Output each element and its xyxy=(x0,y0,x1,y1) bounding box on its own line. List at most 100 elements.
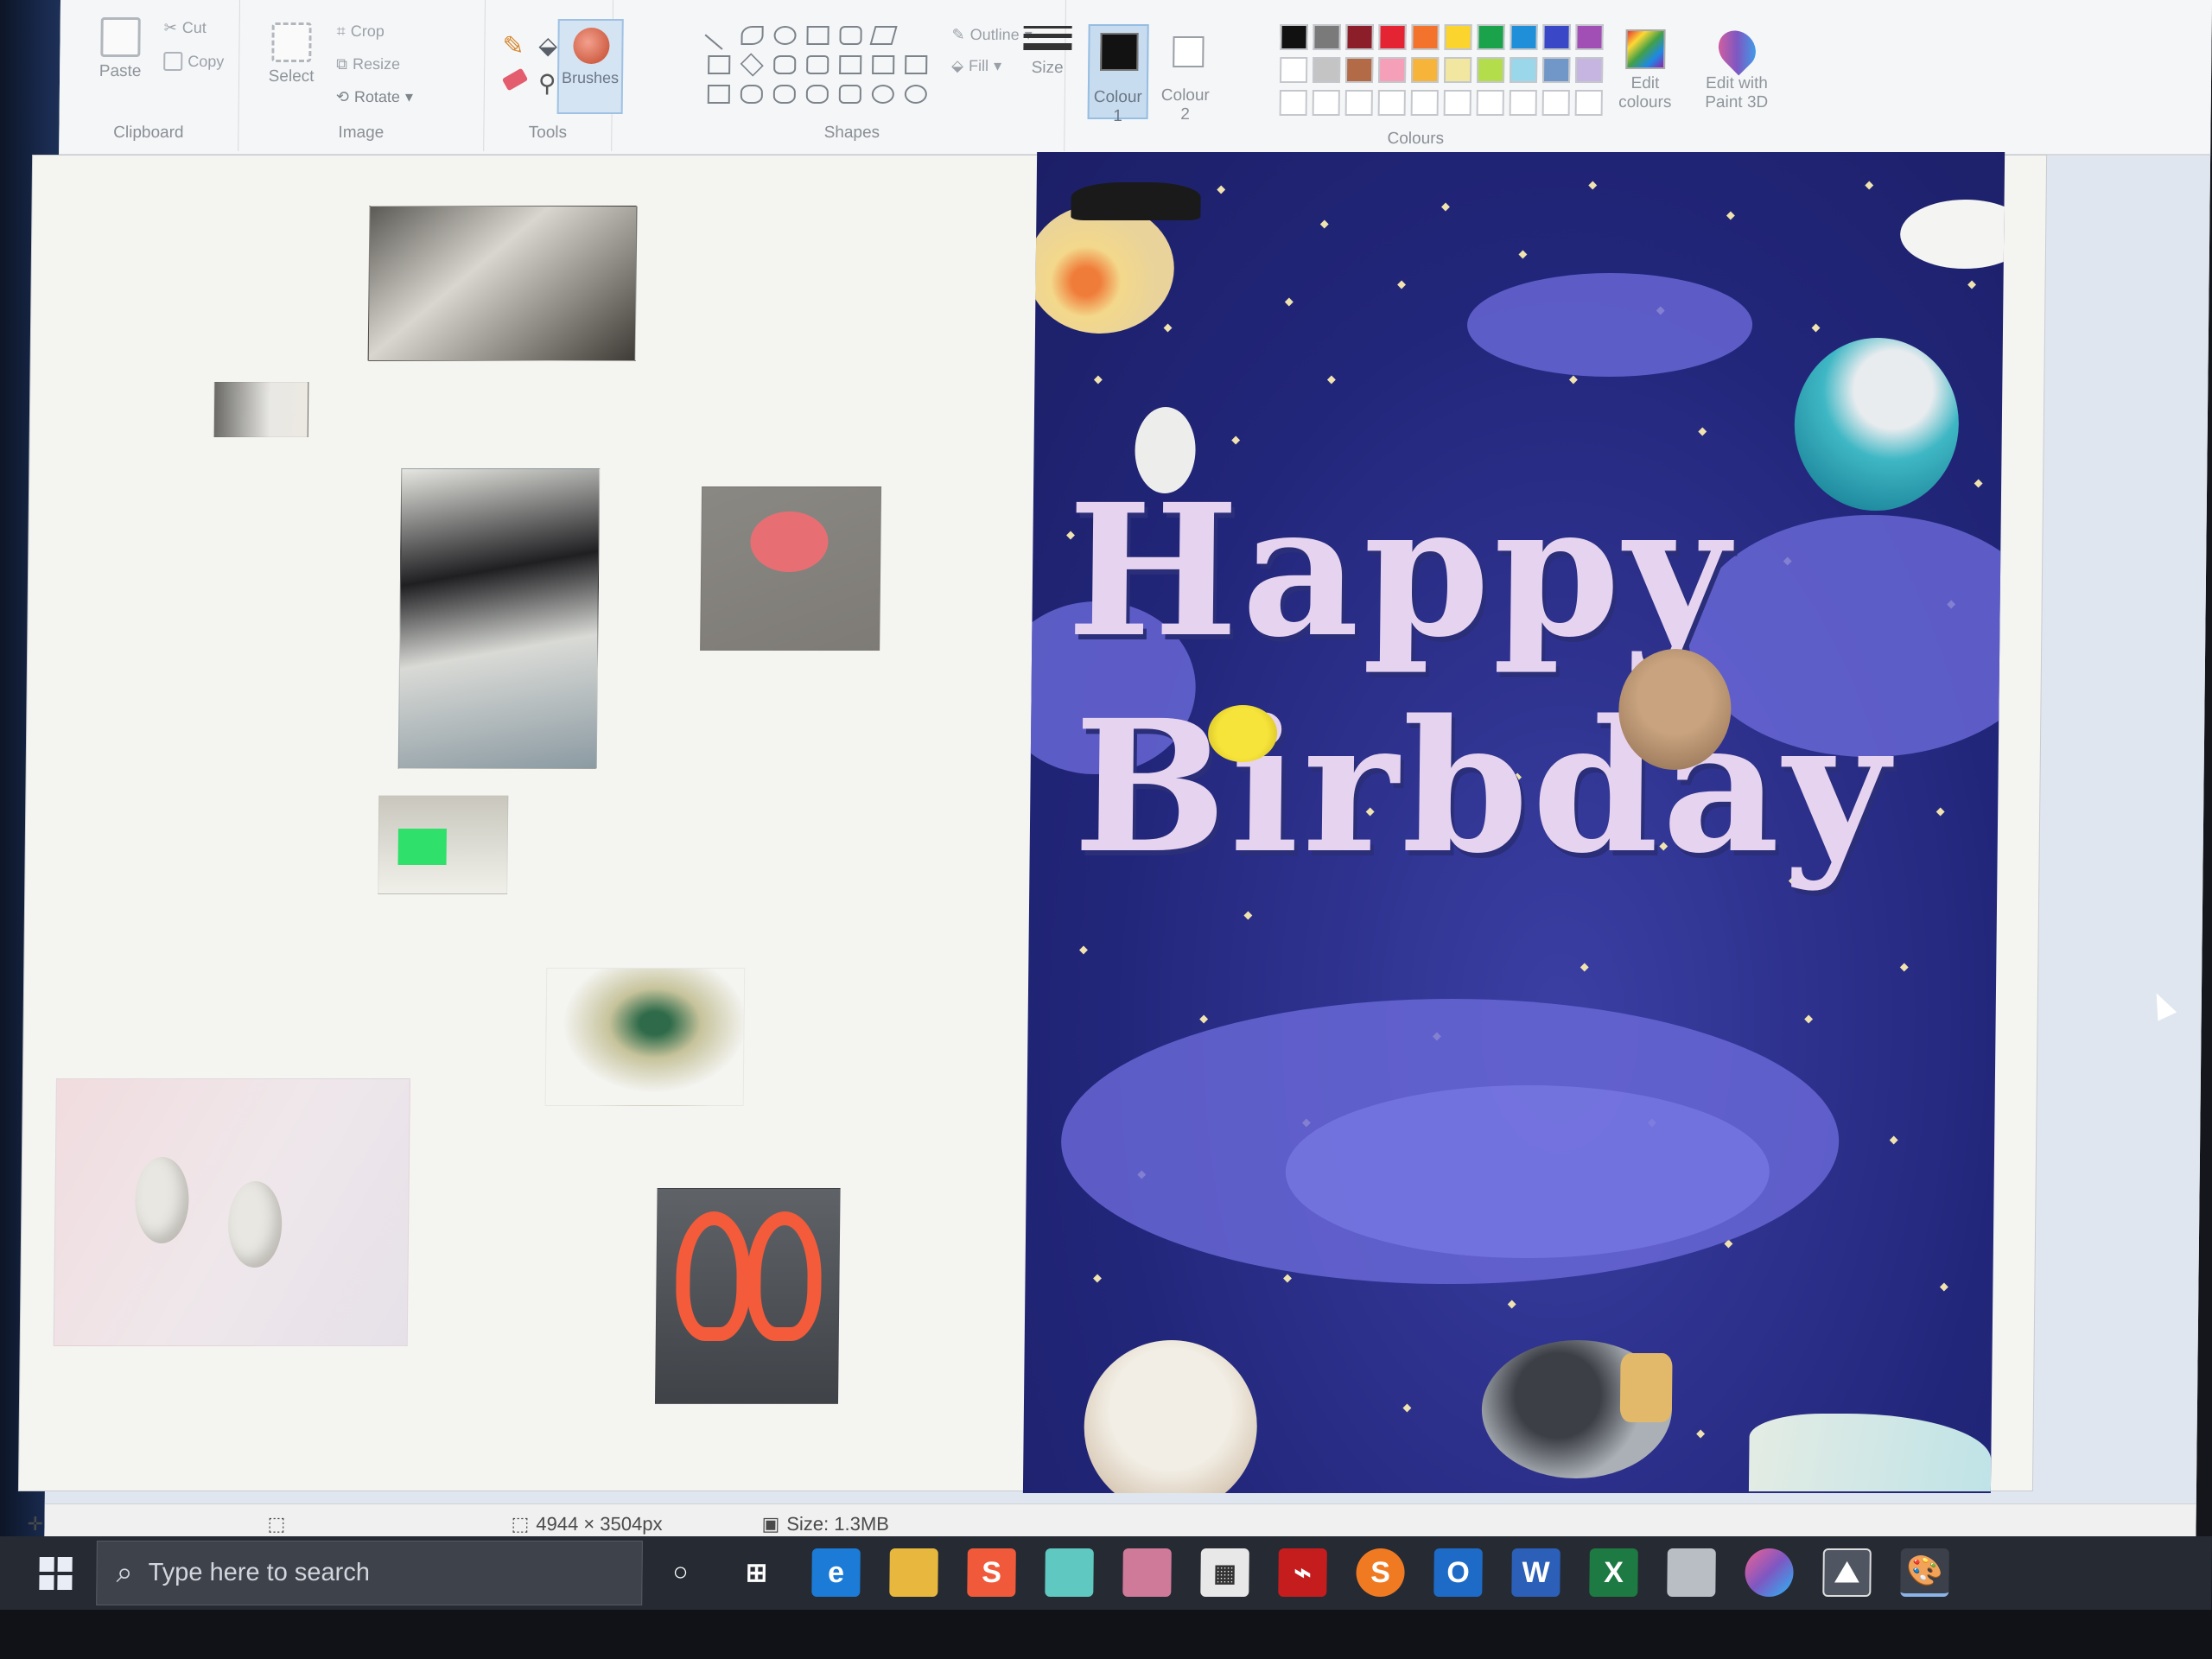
palette-swatch[interactable] xyxy=(1377,57,1407,83)
paint-taskbar-icon[interactable]: 🎨 xyxy=(1900,1548,1949,1597)
resize-button[interactable]: ⧉ Resize xyxy=(336,55,400,73)
birthday-card[interactable]: Happy Birbday xyxy=(1022,152,2005,1493)
down-arrow-icon[interactable] xyxy=(707,85,730,104)
six-point-star-icon[interactable] xyxy=(805,85,829,104)
calculator-icon[interactable]: ▦ xyxy=(1200,1548,1249,1597)
palette-swatch[interactable] xyxy=(1443,90,1471,116)
flamingo-heart-photo[interactable] xyxy=(654,1188,841,1404)
palette-swatch[interactable] xyxy=(1313,24,1341,50)
size-button[interactable]: Size xyxy=(1017,26,1078,78)
palette-swatch[interactable] xyxy=(1476,90,1504,116)
line-shape-icon[interactable] xyxy=(704,21,734,50)
up-arrow-icon[interactable] xyxy=(905,55,928,74)
palette-swatch[interactable] xyxy=(1443,57,1472,83)
palette-swatch[interactable] xyxy=(1279,57,1308,83)
file-explorer-icon[interactable] xyxy=(889,1548,938,1597)
oval-shape-icon[interactable] xyxy=(773,26,797,45)
five-point-star-icon[interactable] xyxy=(772,85,796,104)
acrobat-icon[interactable]: ⌁ xyxy=(1278,1548,1327,1597)
select-button[interactable]: Select xyxy=(257,22,327,86)
hummingbird-cutout[interactable] xyxy=(544,968,746,1106)
polygon-shape-icon[interactable] xyxy=(869,26,898,45)
colour-1-selector[interactable]: Colour 1 xyxy=(1087,24,1149,125)
paint-brush-app-icon[interactable] xyxy=(1122,1548,1172,1597)
rounded-callout-icon[interactable] xyxy=(838,85,861,104)
taskbar-search[interactable]: ⌕ Type here to search xyxy=(96,1541,643,1605)
palette-swatch[interactable] xyxy=(1541,90,1570,116)
eraser-icon[interactable] xyxy=(501,67,529,92)
drawing-canvas[interactable]: Happy Birbday xyxy=(18,152,2047,1493)
palette-swatch[interactable] xyxy=(1444,24,1472,50)
cloud-callout-icon[interactable] xyxy=(904,85,927,104)
colour-picker-icon[interactable]: ⚲ xyxy=(538,69,556,98)
palette-swatch[interactable] xyxy=(1574,90,1603,116)
photos-icon[interactable]: ⛰ xyxy=(1822,1548,1872,1597)
fill-bucket-icon[interactable]: ⬙ xyxy=(538,31,557,60)
fill-dropdown[interactable]: ⬙ Fill ▾ xyxy=(951,57,1001,75)
palette-swatch[interactable] xyxy=(1345,24,1374,50)
right-arrow-icon[interactable] xyxy=(839,55,862,74)
palette-swatch[interactable] xyxy=(1410,57,1440,83)
cut-button[interactable]: ✂ Cut xyxy=(164,19,207,37)
palette-swatch[interactable] xyxy=(1476,57,1505,83)
palette-swatch[interactable] xyxy=(1477,24,1505,50)
palette-swatch[interactable] xyxy=(1575,24,1604,50)
pentagon-shape-icon[interactable] xyxy=(773,55,797,74)
tablet-app-icon[interactable] xyxy=(1045,1548,1094,1597)
paint3d-taskbar-icon[interactable] xyxy=(1745,1548,1794,1597)
seagull-flying-cutout[interactable] xyxy=(367,206,638,361)
edit-colours-button[interactable]: Edit colours xyxy=(1606,29,1685,112)
brushes-button[interactable]: Brushes xyxy=(556,19,624,114)
palette-swatch[interactable] xyxy=(1541,57,1571,83)
palette-swatch[interactable] xyxy=(1377,90,1406,116)
hexagon-shape-icon[interactable] xyxy=(806,55,830,74)
cortana-icon[interactable]: ○ xyxy=(656,1548,705,1597)
palette-swatch[interactable] xyxy=(1410,90,1439,116)
copy-button[interactable]: Copy xyxy=(163,52,224,71)
outlook-icon[interactable]: O xyxy=(1433,1548,1483,1597)
right-triangle-icon[interactable] xyxy=(708,55,731,74)
shapes-gallery[interactable] xyxy=(704,21,950,112)
word-icon[interactable]: W xyxy=(1511,1548,1560,1597)
stork-cutout[interactable] xyxy=(397,468,601,769)
pencil-icon[interactable]: ✎ xyxy=(502,31,524,61)
palette-swatch[interactable] xyxy=(1542,24,1571,50)
left-arrow-icon[interactable] xyxy=(872,55,895,74)
snagit-editor-icon[interactable]: S xyxy=(1356,1548,1405,1597)
palette-swatch[interactable] xyxy=(1279,90,1307,116)
rotate-button[interactable]: ⟲ Rotate ▾ xyxy=(336,88,413,106)
scanner-icon[interactable] xyxy=(1667,1548,1716,1597)
snagit-icon[interactable]: S xyxy=(967,1548,1016,1597)
canvas-workarea[interactable]: Happy Birbday xyxy=(18,152,2211,1503)
curve-shape-icon[interactable] xyxy=(741,26,764,45)
palette-swatch[interactable] xyxy=(1378,24,1407,50)
oval-callout-icon[interactable] xyxy=(871,85,894,104)
flamingo-cutout[interactable] xyxy=(700,486,882,651)
palette-swatch[interactable] xyxy=(1312,57,1341,83)
diamond-shape-icon[interactable] xyxy=(740,53,764,77)
colour-2-selector[interactable]: Colour 2 xyxy=(1155,24,1217,124)
rounded-rectangle-icon[interactable] xyxy=(839,26,862,45)
windows-start-icon[interactable] xyxy=(34,1552,78,1595)
palette-swatch[interactable] xyxy=(1509,57,1538,83)
crop-button[interactable]: ⌗ Crop xyxy=(337,22,385,41)
seagull-head-cutout[interactable] xyxy=(213,382,309,437)
triangle-shape-icon[interactable] xyxy=(905,26,927,45)
edge-icon[interactable]: e xyxy=(811,1548,861,1597)
palette-swatch[interactable] xyxy=(1509,90,1537,116)
palette-swatch[interactable] xyxy=(1344,57,1374,83)
four-point-star-icon[interactable] xyxy=(740,85,763,104)
palette-swatch[interactable] xyxy=(1312,90,1340,116)
edit-with-paint3d-button[interactable]: Edit with Paint 3D xyxy=(1689,22,1785,112)
excel-icon[interactable]: X xyxy=(1589,1548,1638,1597)
palette-swatch[interactable] xyxy=(1510,24,1538,50)
palette-swatch[interactable] xyxy=(1280,24,1308,50)
doves-on-branch-cutout[interactable] xyxy=(53,1078,410,1346)
palette-swatch[interactable] xyxy=(1411,24,1440,50)
task-view-icon[interactable]: ⊞ xyxy=(732,1548,781,1597)
rectangle-shape-icon[interactable] xyxy=(806,26,830,45)
palette-swatch[interactable] xyxy=(1344,90,1373,116)
stork-feet-cutout[interactable] xyxy=(378,795,509,894)
paste-button[interactable]: Paste xyxy=(94,17,147,81)
palette-swatch[interactable] xyxy=(1574,57,1604,83)
